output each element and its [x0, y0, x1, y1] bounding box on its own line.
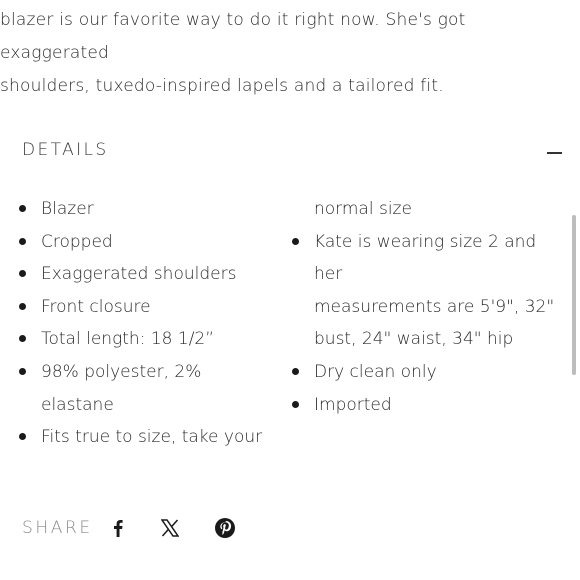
bullet-icon — [19, 205, 26, 212]
bullet-icon — [19, 367, 26, 375]
details-title: DETAILS — [22, 140, 109, 160]
description-line: blazer is our favorite way to do it righ… — [0, 10, 466, 63]
collapse-minus-icon[interactable] — [547, 152, 562, 154]
list-item: Cropped — [19, 226, 279, 259]
list-item: Dry clean only — [292, 356, 562, 389]
list-item: Imported — [292, 389, 562, 422]
list-item: Total length: 18 1/2” — [19, 323, 279, 356]
list-item-continuation: measurements are 5'9", 32" — [292, 291, 562, 324]
list-item-text: bust, 24" waist, 34" hip — [314, 329, 514, 350]
x-icon[interactable] — [160, 519, 180, 537]
list-item-continuation: bust, 24" waist, 34" hip — [292, 323, 562, 356]
scrollbar[interactable] — [572, 215, 576, 375]
list-item-continuation: normal size — [292, 193, 562, 226]
list-item: Front closure — [19, 291, 279, 324]
pinterest-icon[interactable] — [214, 518, 235, 538]
list-item-text: Kate is wearing size 2 and her — [314, 231, 537, 285]
product-description: blazer is our favorite way to do it righ… — [0, 4, 560, 103]
list-item-text: 98% polyester, 2% elastane — [41, 361, 202, 415]
share-label: SHARE — [22, 518, 93, 538]
list-item-text: Total length: 18 1/2” — [41, 329, 215, 350]
list-item-text: normal size — [314, 199, 412, 219]
list-item: 98% polyester, 2% elastane — [19, 356, 279, 421]
bullet-icon — [292, 400, 299, 408]
bullet-icon — [19, 302, 26, 310]
list-item: Exaggerated shoulders — [19, 258, 279, 291]
list-item: Kate is wearing size 2 and her — [292, 226, 562, 291]
details-list-left: Blazer Cropped Exaggerated shoulders Fro… — [19, 193, 279, 454]
list-item-text: Fits true to size, take your — [41, 427, 263, 448]
details-list-right: normal size Kate is wearing size 2 and h… — [292, 193, 562, 421]
list-item-text: Dry clean only — [314, 361, 437, 382]
share-bar: SHARE — [22, 513, 235, 543]
bullet-icon — [292, 367, 299, 375]
list-item-text: Blazer — [41, 199, 94, 219]
details-accordion-header[interactable]: DETAILS — [22, 138, 562, 168]
facebook-icon[interactable] — [113, 519, 123, 537]
list-item: Fits true to size, take your — [19, 421, 279, 454]
bullet-icon — [19, 270, 26, 278]
list-item-text: Imported — [314, 394, 392, 415]
list-item-text: Cropped — [41, 231, 113, 252]
bullet-icon — [19, 335, 26, 343]
list-item-text: measurements are 5'9", 32" — [314, 296, 555, 317]
description-line: shoulders, tuxedo-inspired lapels and a … — [0, 76, 444, 96]
bullet-icon — [19, 237, 26, 245]
bullet-icon — [19, 433, 26, 441]
bullet-icon — [292, 237, 299, 245]
list-item-text: Front closure — [41, 296, 151, 317]
list-item: Blazer — [19, 193, 279, 226]
list-item-text: Exaggerated shoulders — [41, 264, 237, 285]
